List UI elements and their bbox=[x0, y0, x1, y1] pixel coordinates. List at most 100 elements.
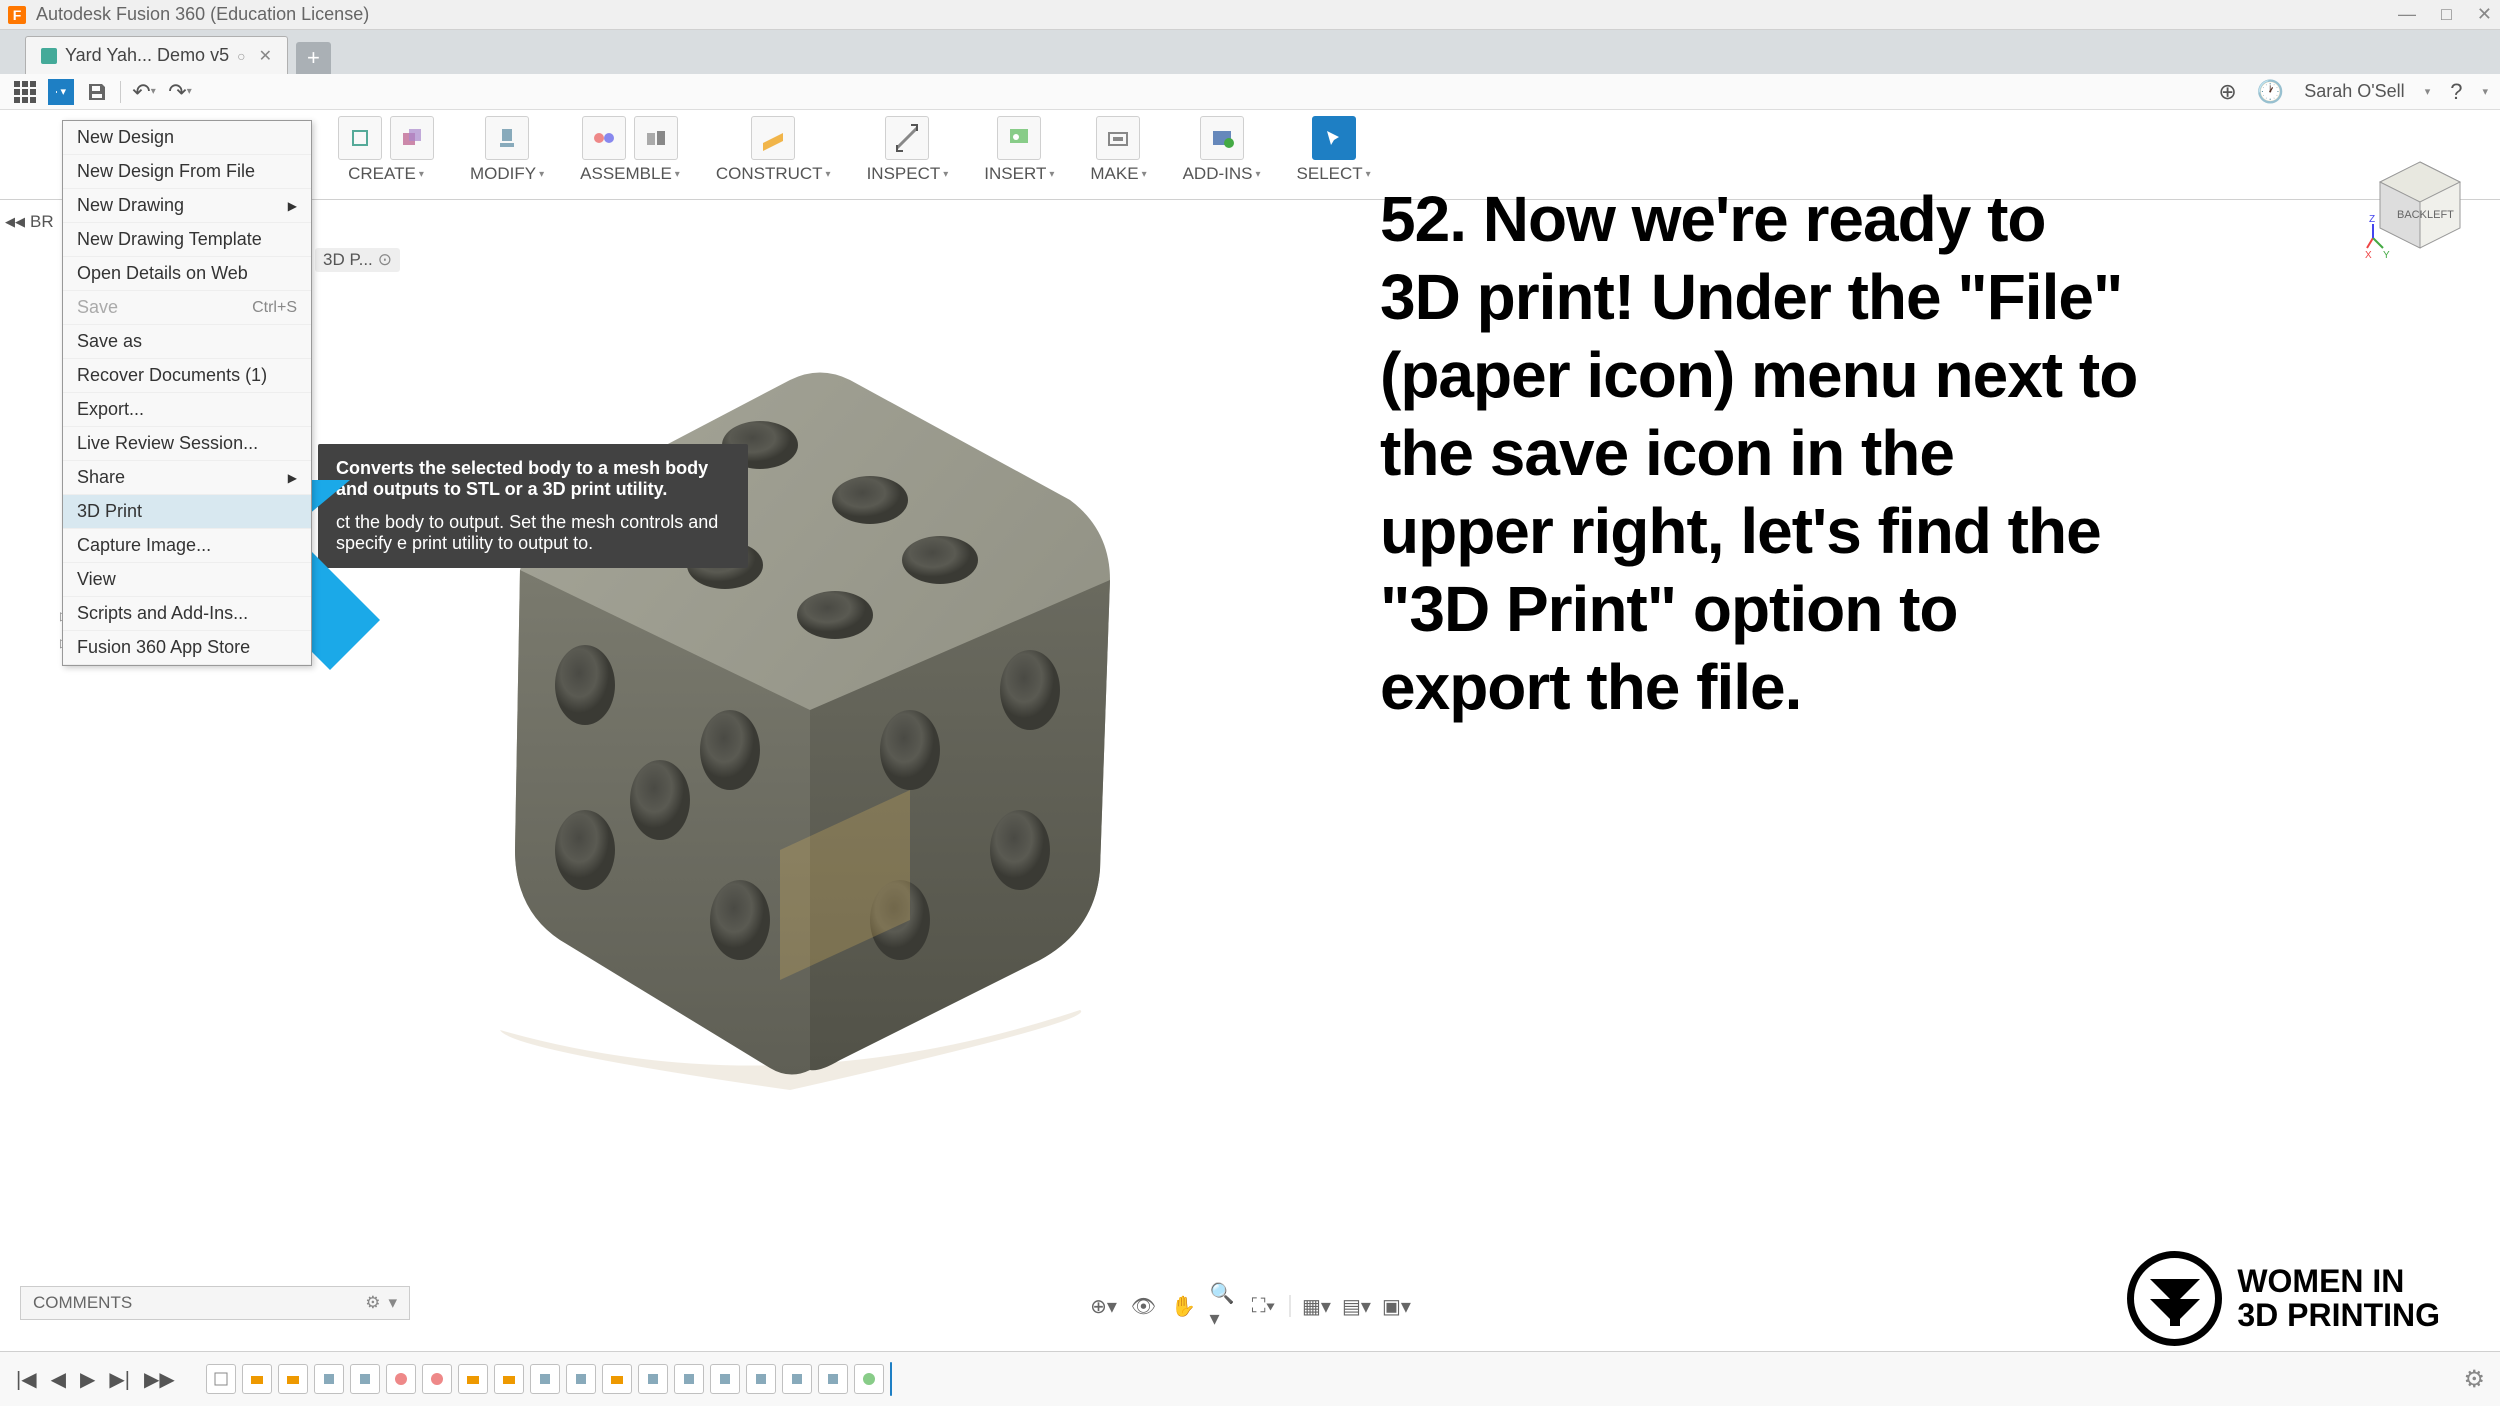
menu-share[interactable]: Share▶ bbox=[63, 461, 311, 495]
grid-display-icon[interactable]: ▤▾ bbox=[1343, 1292, 1371, 1320]
timeline-feature[interactable] bbox=[422, 1364, 452, 1394]
timeline-feature[interactable] bbox=[674, 1364, 704, 1394]
menu-save-as[interactable]: Save as bbox=[63, 325, 311, 359]
timeline-feature[interactable] bbox=[746, 1364, 776, 1394]
new-tab-button[interactable]: + bbox=[296, 42, 331, 74]
ribbon-inspect[interactable]: INSPECT bbox=[849, 110, 967, 199]
orbit-icon[interactable]: ⊕▾ bbox=[1090, 1292, 1118, 1320]
ribbon-construct[interactable]: CONSTRUCT bbox=[698, 110, 849, 199]
menu-view[interactable]: View bbox=[63, 563, 311, 597]
ribbon-label: ASSEMBLE bbox=[580, 164, 680, 184]
insert-icon[interactable] bbox=[997, 116, 1041, 160]
timeline-first-icon[interactable]: |◀ bbox=[12, 1367, 41, 1392]
close-icon[interactable]: ✕ bbox=[2477, 4, 2492, 25]
help-icon[interactable]: ? bbox=[2450, 79, 2462, 105]
browser-collapse-strip[interactable]: ◀◀BR bbox=[5, 212, 54, 232]
file-menu-button[interactable]: ▾ bbox=[48, 79, 74, 105]
menu-open-details-web[interactable]: Open Details on Web bbox=[63, 257, 311, 291]
app-title: Autodesk Fusion 360 (Education License) bbox=[36, 4, 369, 25]
viewcube-icon: BACK LEFT X Y Z bbox=[2365, 150, 2475, 260]
menu-export[interactable]: Export... bbox=[63, 393, 311, 427]
menu-new-drawing[interactable]: New Drawing▶ bbox=[63, 189, 311, 223]
measure-icon[interactable] bbox=[885, 116, 929, 160]
undo-button[interactable]: ↶▾ bbox=[131, 79, 157, 105]
lookat-icon[interactable]: 👁 bbox=[1130, 1292, 1158, 1320]
data-panel-button[interactable] bbox=[12, 79, 38, 105]
timeline-feature[interactable] bbox=[566, 1364, 596, 1394]
menu-3d-print[interactable]: 3D Print bbox=[63, 495, 311, 529]
select-icon[interactable] bbox=[1312, 116, 1356, 160]
clock-icon[interactable]: 🕐 bbox=[2257, 79, 2284, 105]
menu-live-review[interactable]: Live Review Session... bbox=[63, 427, 311, 461]
menu-recover-documents[interactable]: Recover Documents (1) bbox=[63, 359, 311, 393]
menu-new-design-file[interactable]: New Design From File bbox=[63, 155, 311, 189]
plane-icon[interactable] bbox=[751, 116, 795, 160]
extension-icon[interactable]: ⊕ bbox=[2218, 79, 2236, 105]
presspull-icon[interactable] bbox=[485, 116, 529, 160]
timeline-play-icon[interactable]: ▶ bbox=[76, 1367, 99, 1392]
timeline-last-icon[interactable]: ▶▶ bbox=[140, 1367, 179, 1392]
save-button[interactable] bbox=[84, 79, 110, 105]
timeline-feature[interactable] bbox=[638, 1364, 668, 1394]
timeline-feature[interactable] bbox=[458, 1364, 488, 1394]
timeline-feature[interactable] bbox=[314, 1364, 344, 1394]
timeline-feature[interactable] bbox=[602, 1364, 632, 1394]
document-tab[interactable]: Yard Yah... Demo v5 ○ ✕ bbox=[25, 36, 288, 74]
pan-icon[interactable]: ✋ bbox=[1170, 1292, 1198, 1320]
sketch-icon[interactable] bbox=[338, 116, 382, 160]
logo-text: WOMEN IN3D PRINTING bbox=[2237, 1265, 2440, 1332]
menu-new-design[interactable]: New Design bbox=[63, 121, 311, 155]
timeline-playhead[interactable] bbox=[890, 1362, 892, 1396]
zoom-icon[interactable]: 🔍▾ bbox=[1210, 1292, 1238, 1320]
comments-panel-header[interactable]: COMMENTS ⚙▾ bbox=[20, 1286, 410, 1320]
redo-button[interactable]: ↷▾ bbox=[167, 79, 193, 105]
ribbon-insert[interactable]: INSERT bbox=[966, 110, 1072, 199]
timeline-feature[interactable] bbox=[242, 1364, 272, 1394]
ribbon-modify[interactable]: MODIFY bbox=[452, 110, 562, 199]
menu-scripts-addins[interactable]: Scripts and Add-Ins... bbox=[63, 597, 311, 631]
timeline-feature[interactable] bbox=[206, 1364, 236, 1394]
extrude-icon[interactable] bbox=[390, 116, 434, 160]
ribbon-label: CONSTRUCT bbox=[716, 164, 831, 184]
collapse-icon[interactable]: ▾ bbox=[388, 1293, 397, 1313]
gear-icon[interactable]: ⚙ bbox=[365, 1293, 380, 1313]
view-cube[interactable]: BACK LEFT X Y Z bbox=[2365, 150, 2475, 260]
timeline-feature[interactable] bbox=[386, 1364, 416, 1394]
menu-save: SaveCtrl+S bbox=[63, 291, 311, 325]
ribbon-label: INSERT bbox=[984, 164, 1054, 184]
viewport-icon[interactable]: ▣▾ bbox=[1383, 1292, 1411, 1320]
timeline-feature[interactable] bbox=[818, 1364, 848, 1394]
user-name[interactable]: Sarah O'Sell bbox=[2304, 81, 2405, 102]
ribbon-make[interactable]: MAKE bbox=[1072, 110, 1164, 199]
ribbon-select[interactable]: SELECT bbox=[1279, 110, 1389, 199]
timeline-feature[interactable] bbox=[530, 1364, 560, 1394]
ribbon-create[interactable]: CREATE bbox=[320, 110, 452, 199]
timeline-next-icon[interactable]: ▶| bbox=[105, 1367, 134, 1392]
timeline-feature[interactable] bbox=[854, 1364, 884, 1394]
menu-capture-image[interactable]: Capture Image... bbox=[63, 529, 311, 563]
ribbon-assemble[interactable]: ASSEMBLE bbox=[562, 110, 698, 199]
timeline-bar: |◀ ◀ ▶ ▶| ▶▶ ⚙ bbox=[0, 1351, 2500, 1406]
svg-text:Y: Y bbox=[2383, 250, 2390, 260]
timeline-feature[interactable] bbox=[278, 1364, 308, 1394]
ribbon-label: INSPECT bbox=[867, 164, 949, 184]
timeline-feature[interactable] bbox=[494, 1364, 524, 1394]
menu-app-store[interactable]: Fusion 360 App Store bbox=[63, 631, 311, 665]
timeline-prev-icon[interactable]: ◀ bbox=[47, 1367, 70, 1392]
make-icon[interactable] bbox=[1096, 116, 1140, 160]
file-menu-dropdown: New Design New Design From File New Draw… bbox=[62, 120, 312, 666]
maximize-icon[interactable]: □ bbox=[2441, 4, 2452, 25]
ribbon-addins[interactable]: ADD-INS bbox=[1165, 110, 1279, 199]
addins-icon[interactable] bbox=[1200, 116, 1244, 160]
timeline-feature[interactable] bbox=[710, 1364, 740, 1394]
menu-new-drawing-template[interactable]: New Drawing Template bbox=[63, 223, 311, 257]
minimize-icon[interactable]: — bbox=[2398, 4, 2416, 25]
tab-close-icon[interactable]: ✕ bbox=[259, 46, 272, 66]
timeline-settings-icon[interactable]: ⚙ bbox=[2463, 1365, 2485, 1394]
display-icon[interactable]: ▦▾ bbox=[1303, 1292, 1331, 1320]
asbuilt-icon[interactable] bbox=[634, 116, 678, 160]
fit-icon[interactable]: ⛶▾ bbox=[1250, 1292, 1278, 1320]
timeline-feature[interactable] bbox=[782, 1364, 812, 1394]
joint-icon[interactable] bbox=[582, 116, 626, 160]
timeline-feature[interactable] bbox=[350, 1364, 380, 1394]
